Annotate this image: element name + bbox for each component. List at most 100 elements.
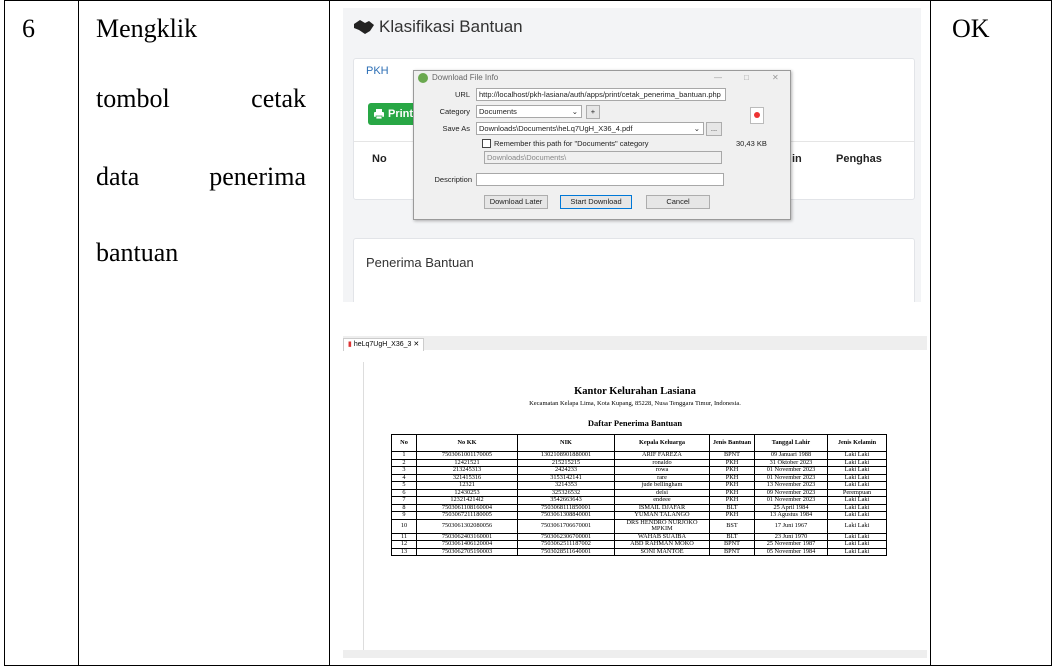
- table-cell: Laki Laki: [827, 466, 887, 475]
- table-cell: 7503061308840001: [517, 511, 615, 520]
- table-cell: 7503061302080056: [416, 518, 518, 534]
- step-description: tombol cetak: [96, 84, 306, 114]
- url-field[interactable]: http://localhost/pkh-lasiana/auth/apps/p…: [476, 88, 726, 101]
- close-tab-icon[interactable]: ✕: [413, 341, 419, 348]
- table-cell: PKH: [709, 511, 755, 520]
- table-cell: 7503062511187002: [517, 540, 615, 549]
- table-cell: 213245313: [416, 466, 518, 475]
- table-cell: endeee: [614, 496, 710, 505]
- pdf-tab[interactable]: ▮ heLq7UgH_X36_3 ✕: [343, 338, 425, 351]
- table-cell: 01 November 2023: [754, 466, 828, 475]
- table-cell: Laki Laki: [827, 511, 887, 520]
- table-cell: ARIF FAREZA: [614, 451, 710, 460]
- default-path-field: Downloads\Documents\: [484, 151, 722, 164]
- step-number: 6: [22, 14, 35, 43]
- close-icon[interactable]: ✕: [772, 73, 779, 82]
- table-cell: Laki Laki: [827, 547, 887, 556]
- maximize-icon[interactable]: □: [744, 73, 749, 82]
- category-select[interactable]: Documents ⌄: [476, 105, 582, 118]
- idm-icon: [418, 73, 428, 83]
- screenshot-pdf-viewer: ▮ heLq7UgH_X36_3 ✕ Kantor Kelurahan Lasi…: [343, 336, 927, 658]
- section-title: Penerima Bantuan: [366, 255, 474, 270]
- step-description: data penerima: [96, 162, 306, 192]
- table-row: 13 7503062705190003 7503028511640001 SONI M…: [391, 547, 887, 556]
- table-header-cell: Jenis Bantuan: [709, 434, 755, 452]
- table-cell: 5: [391, 481, 417, 490]
- table-cell: Laki Laki: [827, 481, 887, 490]
- file-size: 30,43 KB: [736, 139, 767, 148]
- tab-pkh[interactable]: PKH: [366, 65, 389, 77]
- description-word: bantuan: [96, 238, 179, 267]
- description-word: penerima: [209, 162, 306, 191]
- add-category-button[interactable]: +: [586, 105, 600, 119]
- column-divider: [4, 0, 5, 666]
- table-cell: YUMAN TALANGO: [614, 511, 710, 520]
- description-line: data penerima: [96, 162, 306, 192]
- remember-path-label: Remember this path for "Documents" categ…: [494, 139, 649, 148]
- step-description: bantuan: [96, 238, 306, 268]
- table-cell: 05 November 1984: [754, 547, 828, 556]
- description-word: cetak: [251, 84, 306, 113]
- page-title: Klasifikasi Bantuan: [379, 17, 523, 36]
- cancel-button[interactable]: Cancel: [646, 195, 710, 209]
- category-value: Documents: [479, 107, 517, 116]
- table-cell: 13 November 2023: [754, 481, 828, 490]
- table-header-cell: Tanggal Lahir: [754, 434, 828, 452]
- table-cell: 13: [391, 547, 417, 556]
- office-name: Kantor Kelurahan Lasiana: [574, 386, 696, 397]
- column-header-no: No: [372, 153, 387, 165]
- column-divider: [78, 0, 79, 666]
- table-row: 3 213245313 2424233 rowa PKH 01 November 2023…: [391, 466, 887, 475]
- table-cell: PKH: [709, 466, 755, 475]
- browse-button[interactable]: ...: [706, 122, 722, 136]
- table-cell: Laki Laki: [827, 451, 887, 460]
- table-cell: 7503061706670001: [517, 518, 615, 534]
- pdf-file-icon: [750, 107, 764, 124]
- table-cell: 7503028511640001: [517, 547, 615, 556]
- printer-icon: [374, 109, 384, 120]
- chevron-down-icon: ⌄: [693, 124, 700, 133]
- table-cell: PKH: [709, 481, 755, 490]
- download-dialog: Download File Info — □ ✕ URL http://loca…: [413, 70, 791, 220]
- remember-path-checkbox[interactable]: [482, 139, 491, 148]
- column-header-partial: in: [792, 153, 802, 165]
- table-cell: BPNT: [709, 547, 755, 556]
- table-cell: 09 Januari 1988: [754, 451, 828, 460]
- table-header-cell: NIK: [517, 434, 615, 452]
- table-cell: 3: [391, 466, 417, 475]
- saveas-field[interactable]: Downloads\Documents\heLq7UgH_X36_4.pdf ⌄: [476, 122, 704, 135]
- table-cell: BPNT: [709, 540, 755, 549]
- page-header: Klasifikasi Bantuan: [343, 8, 921, 48]
- table-cell: BST: [709, 518, 755, 534]
- table-cell: 7503061001170005: [416, 451, 518, 460]
- column-header-penghasilan: Penghas: [836, 153, 882, 165]
- download-later-button[interactable]: Download Later: [484, 195, 548, 209]
- description-word: data: [96, 162, 140, 191]
- category-label: Category: [439, 107, 470, 116]
- description-line: tombol cetak: [96, 84, 306, 114]
- print-label: Print: [388, 108, 414, 120]
- table-cell: 7503067211180005: [416, 511, 518, 520]
- table-header-cell: Jenis Kelamin: [827, 434, 887, 452]
- minimize-icon[interactable]: —: [714, 73, 722, 82]
- table-header-cell: Kepala Keluarga: [614, 434, 710, 452]
- list-title: Daftar Penerima Bantuan: [587, 418, 683, 428]
- description-word: Mengklik: [96, 14, 198, 43]
- description-field[interactable]: [476, 173, 724, 186]
- table-cell: 7: [391, 496, 417, 505]
- description-label: Description: [434, 175, 472, 184]
- table-cell: PKH: [709, 496, 755, 505]
- recipient-card: Penerima Bantuan: [353, 238, 915, 302]
- chevron-down-icon: ⌄: [571, 107, 578, 116]
- column-divider: [1051, 0, 1052, 666]
- table-cell: 1: [391, 451, 417, 460]
- table-row: 12 7503061406120004 7503062511187002 ABD RA…: [391, 540, 887, 549]
- start-download-button[interactable]: Start Download: [560, 195, 632, 209]
- table-row: 9 7503067211180005 7503061308840001 YUMAN T…: [391, 511, 887, 520]
- table-cell: 12: [391, 540, 417, 549]
- table-border-top: [4, 0, 1052, 1]
- dialog-title: Download File Info: [432, 73, 499, 82]
- saveas-value: Downloads\Documents\heLq7UgH_X36_4.pdf: [479, 124, 633, 133]
- column-divider: [930, 0, 931, 666]
- table-cell: 13 Agustus 1984: [754, 511, 828, 520]
